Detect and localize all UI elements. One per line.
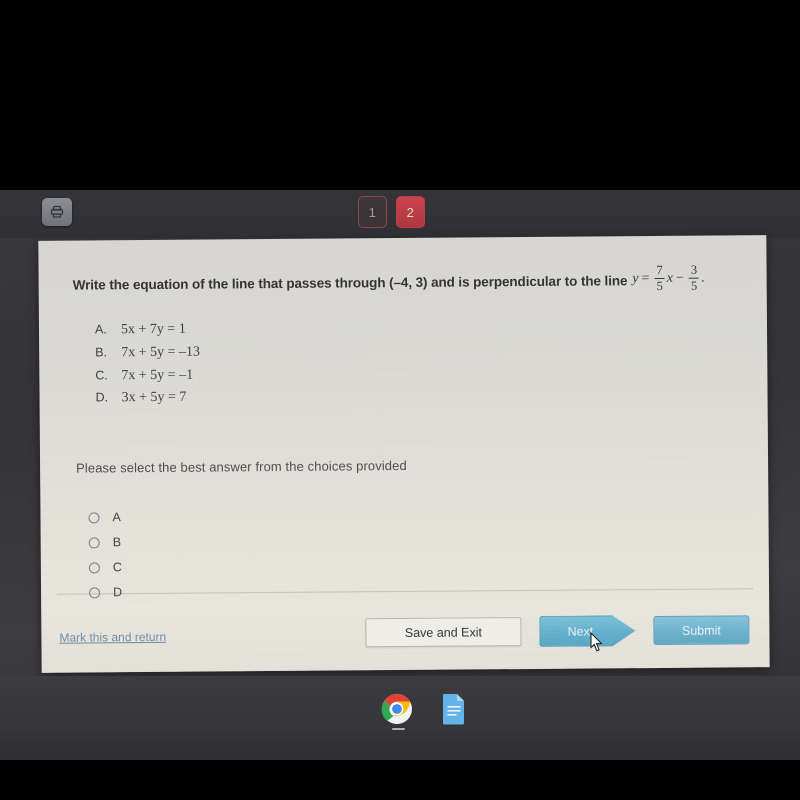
- answer-choice-letter: A.: [94, 322, 107, 337]
- fraction-1-numerator: 7: [656, 262, 663, 278]
- answer-choice-list: A. 5x + 7y = 1 B. 7x + 5y = –13 C. 7x + …: [95, 315, 734, 411]
- mark-this-and-return-link[interactable]: Mark this and return: [59, 630, 166, 645]
- print-button[interactable]: [42, 198, 72, 226]
- fraction-2-numerator: 3: [690, 262, 698, 277]
- answer-choice-equation: 7x + 5y = –1: [121, 367, 194, 383]
- question-stem-text: Write the equation of the line that pass…: [72, 272, 628, 293]
- submit-button[interactable]: Submit: [653, 615, 750, 646]
- next-button[interactable]: Next: [539, 615, 635, 647]
- radio-button-c[interactable]: [88, 562, 100, 574]
- save-and-exit-button[interactable]: Save and Exit: [365, 617, 522, 648]
- tab-question-2-label: 2: [406, 204, 415, 220]
- letterbox-top: [0, 0, 800, 190]
- equation-fraction-2: 3 5: [688, 262, 700, 293]
- footer-actions: Save and Exit Next Submit: [365, 614, 750, 648]
- question-panel-wrapper: Write the equation of the line that pass…: [38, 235, 770, 673]
- equation-lhs: y: [632, 271, 639, 287]
- question-tabs: 1 2: [358, 196, 425, 228]
- equation-fraction-1: 7 5: [654, 262, 665, 294]
- equation-operator: −: [675, 270, 684, 287]
- tab-question-1[interactable]: 1: [358, 196, 387, 228]
- answer-choice-letter: D.: [95, 390, 109, 405]
- equation-period: .: [701, 270, 705, 286]
- next-label: Next: [567, 624, 594, 639]
- fraction-2-denominator: 5: [690, 278, 698, 293]
- answer-choice-letter: B.: [95, 345, 108, 360]
- google-docs-icon[interactable]: [441, 693, 467, 725]
- printer-icon: [49, 204, 65, 220]
- tab-question-1-label: 1: [368, 204, 377, 220]
- equation-equals: =: [641, 271, 650, 287]
- taskbar: [0, 676, 800, 760]
- submit-label: Submit: [681, 623, 721, 638]
- question-panel: Write the equation of the line that pass…: [38, 235, 770, 673]
- quiz-tabbar: 1 2: [0, 190, 800, 403]
- question-equation: y = 7 5 x − 3 5 .: [632, 262, 705, 295]
- taskbar-icons: [381, 693, 467, 725]
- answer-choice-equation: 7x + 5y = –13: [121, 344, 201, 361]
- answer-choice-equation: 3x + 5y = 7: [121, 389, 187, 406]
- radio-button-a[interactable]: [88, 512, 100, 524]
- chrome-icon[interactable]: [381, 693, 413, 725]
- option-c-label: C: [112, 560, 122, 575]
- screen-photo: 1 2 Write the equation of the line that …: [0, 0, 800, 800]
- option-b-label: B: [112, 535, 122, 550]
- fraction-1-denominator: 5: [656, 279, 663, 294]
- instruction-text: Please select the best answer from the c…: [76, 457, 407, 476]
- option-a-label: A: [112, 510, 121, 525]
- answer-choice-letter: C.: [95, 367, 108, 383]
- save-and-exit-label: Save and Exit: [404, 624, 483, 640]
- radio-button-b[interactable]: [88, 537, 100, 549]
- tab-question-2[interactable]: 2: [396, 196, 425, 228]
- letterbox-bottom: [0, 760, 800, 800]
- chrome-active-indicator: [392, 728, 405, 730]
- equation-variable: x: [666, 271, 674, 287]
- answer-choice-equation: 5x + 7y = 1: [120, 321, 186, 338]
- question-stem: Write the equation of the line that pass…: [72, 262, 733, 299]
